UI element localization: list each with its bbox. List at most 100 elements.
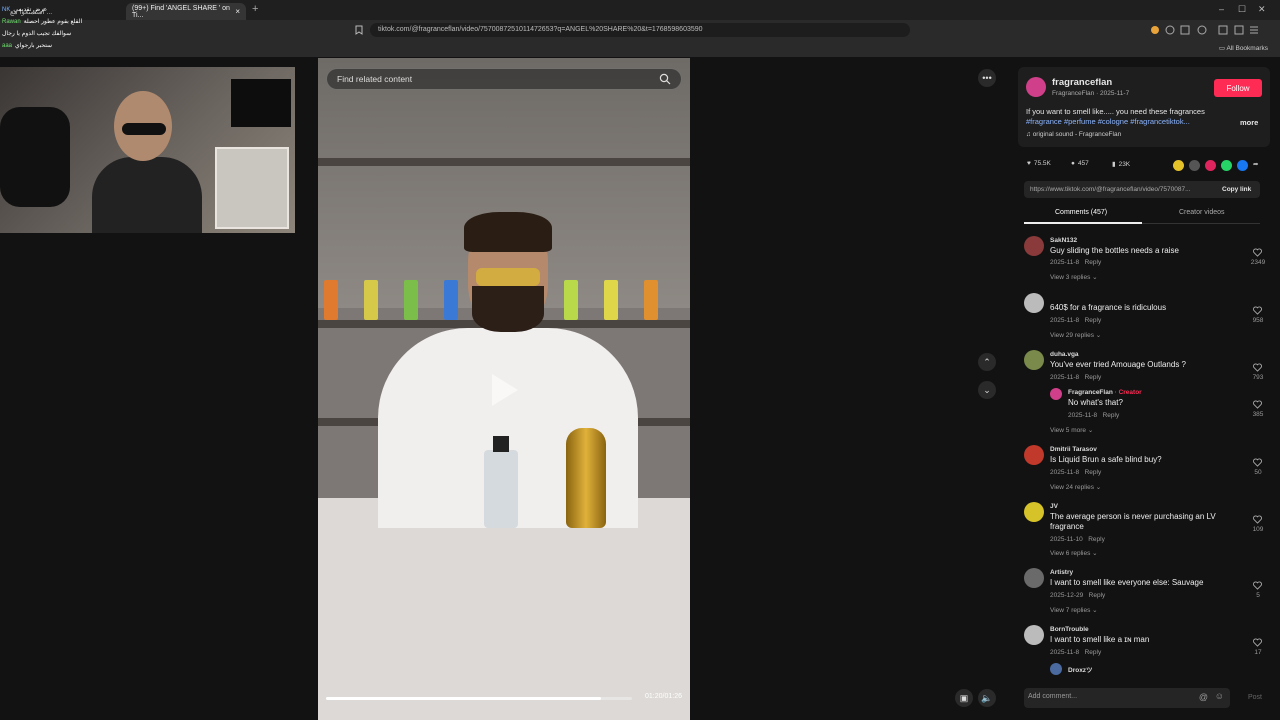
search-icon[interactable] [659,73,671,85]
search-placeholder: Find related content [337,74,413,84]
share-option-icon[interactable] [1173,160,1184,171]
comment-heart-icon[interactable] [1253,515,1262,524]
author-card: fragranceflan FragranceFlan · 2025-11-7 … [1018,67,1270,147]
browser-tab-2[interactable]: (99+) Find 'ANGEL SHARE ' on Ti... × [126,3,246,20]
comment-meta: 2025-11-8 Reply [1050,317,1101,324]
view-more-replies[interactable]: View 5 more ⌄ [1050,426,1093,434]
chat-text: عرض تقديمي [13,7,48,13]
reply-avatar[interactable] [1050,663,1062,675]
tab-creator-videos[interactable]: Creator videos [1179,209,1225,216]
reply-link[interactable]: Reply [1085,374,1102,381]
view-replies[interactable]: View 29 replies ⌄ [1050,331,1101,339]
view-replies-label: View 29 replies [1050,332,1094,339]
add-comment-input[interactable]: Add comment... @ ☺ [1024,688,1230,708]
volume-icon[interactable]: 🔈 [978,689,996,707]
creator-reply-avatar[interactable] [1050,388,1062,400]
comment-heart-icon[interactable] [1253,306,1262,315]
webcam-feed [0,67,295,233]
more-options-icon[interactable]: ••• [978,69,996,87]
close-tab-icon[interactable]: × [235,7,240,16]
view-replies-label: View 3 replies [1050,274,1091,281]
post-comment-button[interactable]: Post [1248,694,1262,701]
view-replies-label: View 6 replies [1050,550,1091,557]
view-replies[interactable]: View 24 replies ⌄ [1050,483,1101,491]
sound-link[interactable]: ♫ original sound - FragranceFlan [1026,131,1121,138]
reply-link[interactable]: Reply [1088,536,1105,543]
new-tab-button[interactable]: + [252,3,258,15]
reply-link[interactable]: Reply [1085,317,1102,324]
comment-heart-icon[interactable] [1253,581,1262,590]
close-window-icon[interactable]: ✕ [1258,4,1266,15]
reply-link[interactable]: Reply [1089,592,1106,599]
url-field[interactable]: tiktok.com/@fragranceflan/video/75700872… [370,23,910,37]
reply-link[interactable]: Reply [1085,259,1102,266]
copy-link-button[interactable]: Copy link [1222,186,1251,193]
all-bookmarks-link[interactable]: ▭ All Bookmarks [1219,44,1268,52]
reply-link[interactable]: Reply [1103,412,1120,419]
reply-link[interactable]: Reply [1085,469,1102,476]
comment-date: 2025-11-8 [1050,469,1080,476]
picture-in-picture-icon[interactable]: ▣ [955,689,973,707]
bookmark-icon[interactable] [355,25,363,35]
view-replies[interactable]: View 3 replies ⌄ [1050,273,1098,281]
reply-text: No what's that? [1068,398,1123,407]
video-link-box: https://www.tiktok.com/@fragranceflan/vi… [1024,181,1260,198]
previous-video-icon[interactable]: ⌃ [978,353,996,371]
save-stat[interactable]: ▮ 23K [1112,160,1130,169]
reply-heart-icon[interactable] [1253,400,1262,409]
reply-author[interactable]: FragranceFlan · Creator [1068,389,1142,396]
share-option-icon[interactable] [1205,160,1216,171]
comment-heart-icon[interactable] [1253,248,1262,257]
streamer [92,87,202,233]
author-avatar[interactable] [1026,77,1046,97]
comment-stat[interactable]: ● 457 [1071,160,1089,167]
video-progress-bar[interactable] [326,697,632,700]
more-link[interactable]: more [1240,118,1258,127]
comment-heart-icon[interactable] [1253,458,1262,467]
commenter-avatar[interactable] [1024,625,1044,645]
author-name[interactable]: fragranceflan [1052,77,1112,88]
commenter-name[interactable]: SakN132 [1050,237,1077,244]
sunglasses [122,123,166,135]
share-arrow-icon[interactable]: ➦ [1253,160,1258,168]
commenter-avatar[interactable] [1024,568,1044,588]
commenter-avatar[interactable] [1024,236,1044,256]
commenter-avatar[interactable] [1024,445,1044,465]
chat-user: NK [2,7,11,13]
reply-link[interactable]: Reply [1085,649,1102,656]
video-player[interactable]: Find related content 01:20/01:26 [318,58,690,720]
comment-heart-icon[interactable] [1253,638,1262,647]
emoji-icon[interactable]: ☺ [1215,691,1224,701]
share-option-icon[interactable] [1221,160,1232,171]
video-link: https://www.tiktok.com/@fragranceflan/vi… [1030,186,1191,193]
commenter-name[interactable]: JV [1050,503,1058,510]
comment-heart-icon[interactable] [1253,363,1262,372]
minimize-icon[interactable]: – [1219,4,1224,14]
share-option-icon[interactable] [1189,160,1200,171]
share-option-icon[interactable] [1237,160,1248,171]
comment-text: The average person is never purchasing a… [1050,512,1216,521]
hashtags[interactable]: #fragrance #perfume #cologne #fragrancet… [1026,117,1190,126]
commenter-avatar[interactable] [1024,350,1044,370]
comment-icon: ● [1071,160,1075,167]
next-video-icon[interactable]: ⌄ [978,381,996,399]
play-icon[interactable] [492,374,518,406]
tab-comments[interactable]: Comments (457) [1055,209,1107,216]
commenter-name[interactable]: BornTrouble [1050,626,1089,633]
commenter-name[interactable]: Artistry [1050,569,1073,576]
view-replies[interactable]: View 7 replies ⌄ [1050,606,1098,614]
commenter-avatar[interactable] [1024,293,1044,313]
extension-icons[interactable] [1150,25,1260,35]
commenter-name[interactable]: Dmitrii Tarasov [1050,446,1097,453]
maximize-icon[interactable]: ☐ [1238,4,1246,15]
chat-line: سوالفك تجيب الدوم يا رجال [2,28,132,40]
creator-tag: · Creator [1114,389,1142,396]
commenter-avatar[interactable] [1024,502,1044,522]
commenter-name[interactable]: duha.vga [1050,351,1079,358]
like-stat[interactable]: ♥ 75.5K [1027,160,1051,167]
follow-button[interactable]: Follow [1214,79,1262,97]
mention-icon[interactable]: @ [1199,692,1208,702]
reply-author[interactable]: Droxzツ [1068,664,1093,674]
find-related-search[interactable]: Find related content [326,68,682,90]
view-replies[interactable]: View 6 replies ⌄ [1050,549,1098,557]
